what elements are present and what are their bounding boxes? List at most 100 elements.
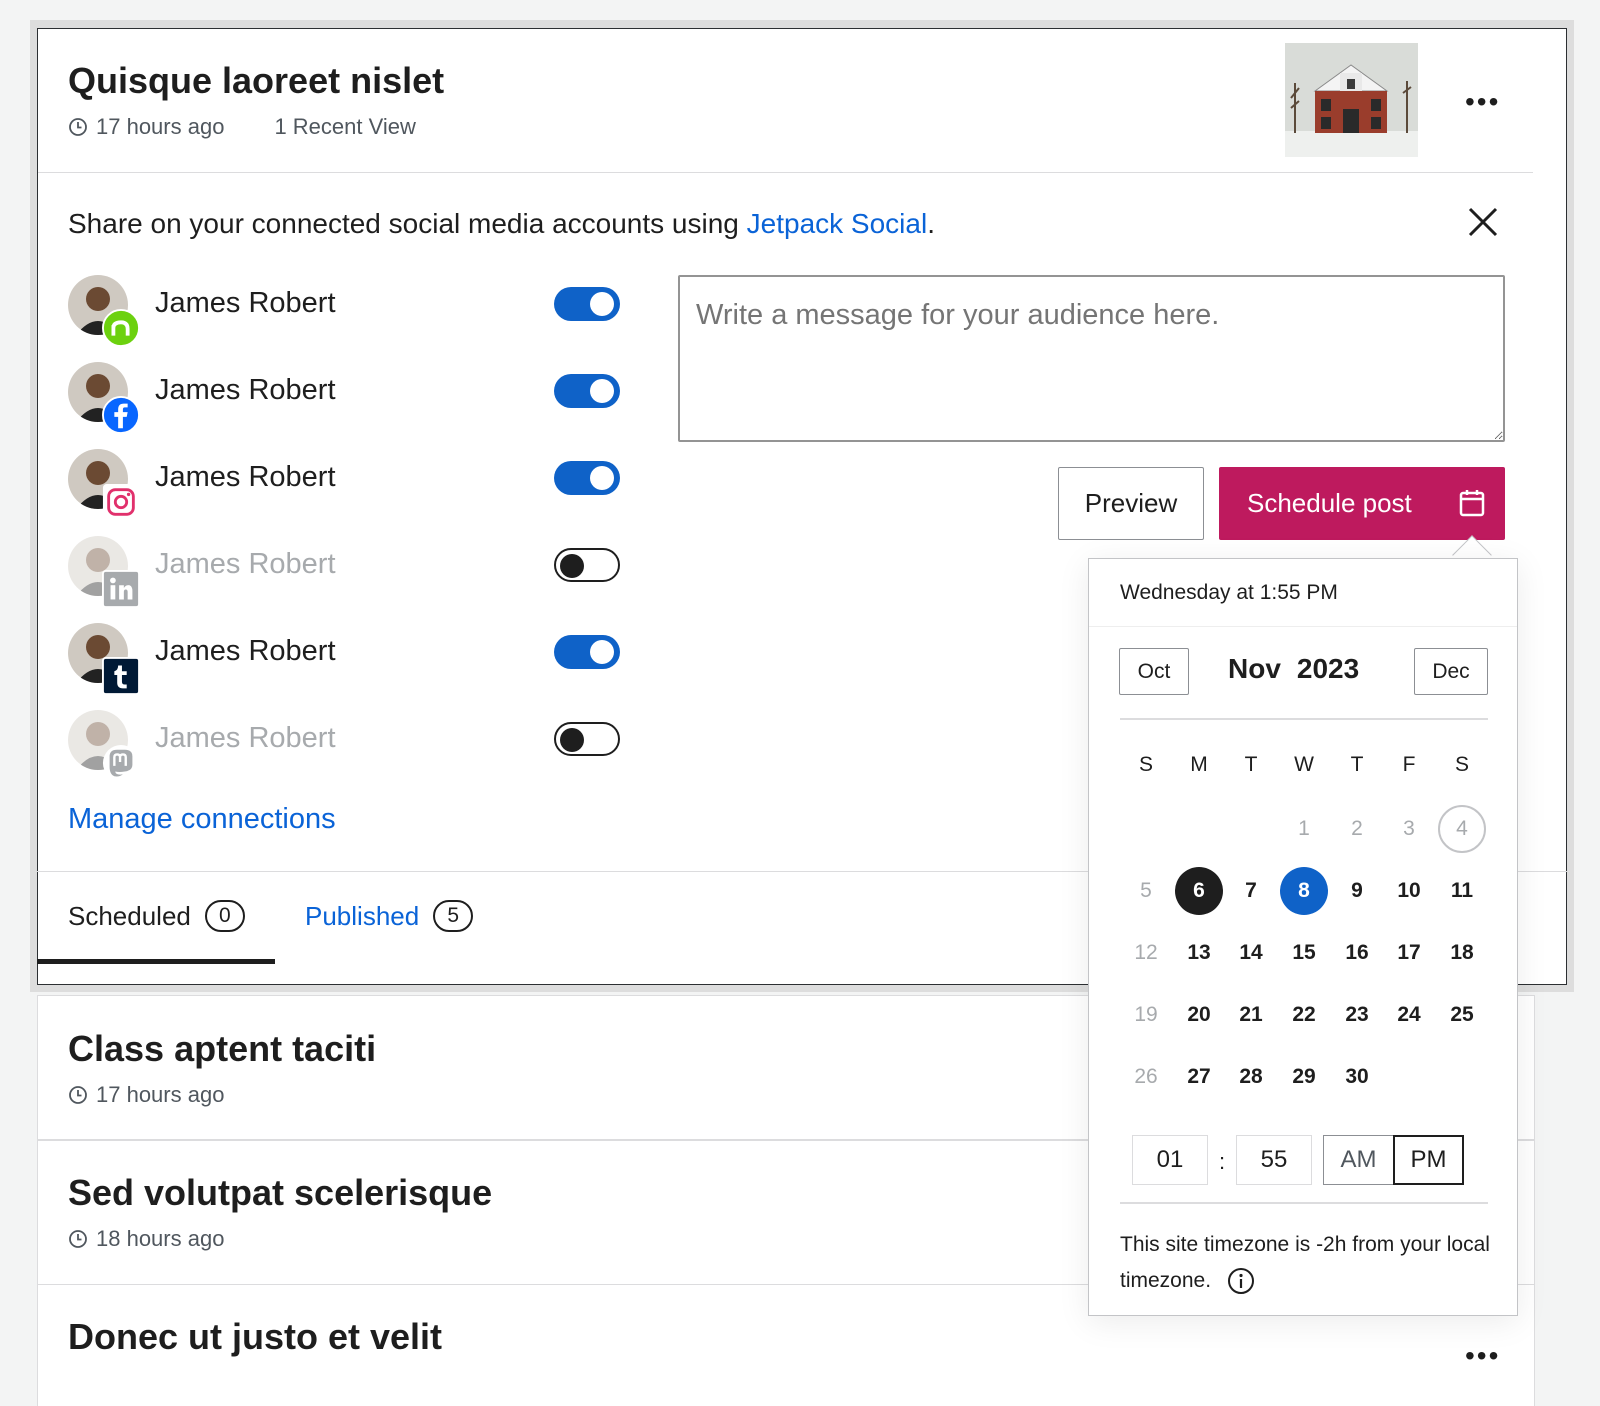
prev-month-button[interactable]: Oct [1119,648,1189,695]
calendar-divider [1120,718,1488,720]
connection-toggle[interactable] [554,722,620,756]
connection-name: James Robert [155,287,336,319]
calendar-day: 12 [1134,941,1158,964]
calendar-day[interactable]: 13 [1175,929,1223,977]
calendar-day[interactable]: 10 [1385,867,1433,915]
calendar-day: 26 [1134,1065,1158,1088]
connection-mastodon: James Robert [68,710,628,788]
tab-count: 0 [204,900,245,932]
calendar-day[interactable]: 30 [1333,1053,1381,1101]
connection-name: James Robert [155,635,336,667]
post-meta: 17 hours ago 1 Recent View [68,114,416,140]
linkedin-icon [102,570,140,608]
info-icon[interactable] [1227,1267,1255,1295]
clock-icon [69,118,87,136]
jetpack-social-link[interactable]: Jetpack Social [747,208,928,239]
calendar-day[interactable]: 29 [1280,1053,1328,1101]
tab-label: Published [305,900,420,931]
calendar-day[interactable]: 27 [1175,1053,1223,1101]
am-button[interactable]: AM [1323,1135,1394,1185]
calendar-day[interactable]: 17 [1385,929,1433,977]
active-tab-indicator [37,959,275,964]
calendar-day: 1 [1298,817,1310,840]
schedule-post-button[interactable]: Schedule post [1219,467,1505,540]
mastodon-icon [102,744,140,782]
schedule-summary: Wednesday at 1:55 PM [1089,559,1517,627]
connection-toggle[interactable] [554,374,620,408]
post-meta: 18 hours ago [68,1226,224,1252]
calendar-day[interactable]: 9 [1333,867,1381,915]
pm-button[interactable]: PM [1393,1135,1464,1185]
nextdoor-icon [102,309,140,347]
calendar-day[interactable]: 8 [1280,867,1328,915]
facebook-icon [102,396,140,434]
connection-toggle[interactable] [554,287,620,321]
tab-label: Scheduled [68,900,191,931]
clock-icon [69,1086,87,1104]
year-label: 2023 [1296,653,1360,684]
calendar-day[interactable]: 18 [1438,929,1486,977]
calendar-day[interactable]: 28 [1227,1053,1275,1101]
post-thumbnail [1285,43,1418,157]
message-textarea[interactable] [678,275,1505,442]
post-title[interactable]: Quisque laoreet nislet [68,60,444,102]
weekday-label: T [1350,753,1364,776]
minute-input[interactable]: 55 [1236,1135,1312,1185]
calendar-day[interactable]: 23 [1333,991,1381,1039]
close-icon[interactable] [1463,202,1503,242]
next-month-button[interactable]: Dec [1414,648,1488,695]
post-views: 1 Recent View [274,114,416,139]
preview-button[interactable]: Preview [1058,467,1204,540]
calendar-day[interactable]: 7 [1227,867,1275,915]
connection-tumblr: James Robert [68,623,628,701]
post-title[interactable]: Sed volutpat scelerisque [68,1172,492,1214]
connection-name: James Robert [155,461,336,493]
connection-toggle[interactable] [554,461,620,495]
connection-instagram: James Robert [68,449,628,527]
calendar-day[interactable]: 14 [1227,929,1275,977]
header-divider [38,172,1533,173]
hour-input[interactable]: 01 [1132,1135,1208,1185]
calendar-day[interactable]: 25 [1438,991,1486,1039]
calendar-day[interactable]: 21 [1227,991,1275,1039]
connection-name: James Robert [155,548,336,580]
post-meta: 17 hours ago [68,1082,224,1108]
connection-nextdoor: James Robert [68,275,628,353]
post-title[interactable]: Class aptent taciti [68,1028,376,1070]
schedule-popover: Wednesday at 1:55 PM Oct Nov 2023 Dec SMT… [1088,558,1518,1316]
connection-name: James Robert [155,722,336,754]
calendar-day[interactable]: 20 [1175,991,1223,1039]
connection-facebook: James Robert [68,362,628,440]
calendar-icon [1459,490,1485,517]
calendar-day[interactable]: 22 [1280,991,1328,1039]
tab-scheduled[interactable]: Scheduled 0 [68,900,245,932]
connection-name: James Robert [155,374,336,406]
calendar-day[interactable]: 16 [1333,929,1381,977]
share-text: Share on your connected social media acc… [68,208,747,239]
share-description: Share on your connected social media acc… [68,208,935,240]
clock-icon [69,1230,87,1248]
post-title[interactable]: Donec ut justo et velit [68,1316,442,1358]
more-options-icon[interactable]: ••• [1465,1340,1500,1372]
weekday-label: S [1138,753,1153,776]
weekday-label: M [1190,753,1208,776]
instagram-icon [102,483,140,521]
calendar-day[interactable]: 15 [1280,929,1328,977]
calendar-day[interactable]: 6 [1175,867,1223,915]
calendar-day: 5 [1140,879,1152,902]
calendar-day[interactable]: 11 [1438,867,1486,915]
manage-connections-link[interactable]: Manage connections [68,803,336,836]
connection-toggle[interactable] [554,635,620,669]
share-text-suffix: . [927,208,935,239]
weekday-label: T [1244,753,1258,776]
tab-published[interactable]: Published 5 [305,900,474,932]
connection-linkedin: James Robert [68,536,628,614]
more-options-icon[interactable]: ••• [1465,86,1500,118]
weekday-label: W [1294,753,1314,776]
connection-toggle[interactable] [554,548,620,582]
calendar-day[interactable]: 24 [1385,991,1433,1039]
time-separator: : [1219,1149,1226,1174]
calendar-day[interactable]: 4 [1438,805,1486,853]
post-time: 18 hours ago [96,1226,225,1251]
schedule-post-label: Schedule post [1247,488,1412,518]
